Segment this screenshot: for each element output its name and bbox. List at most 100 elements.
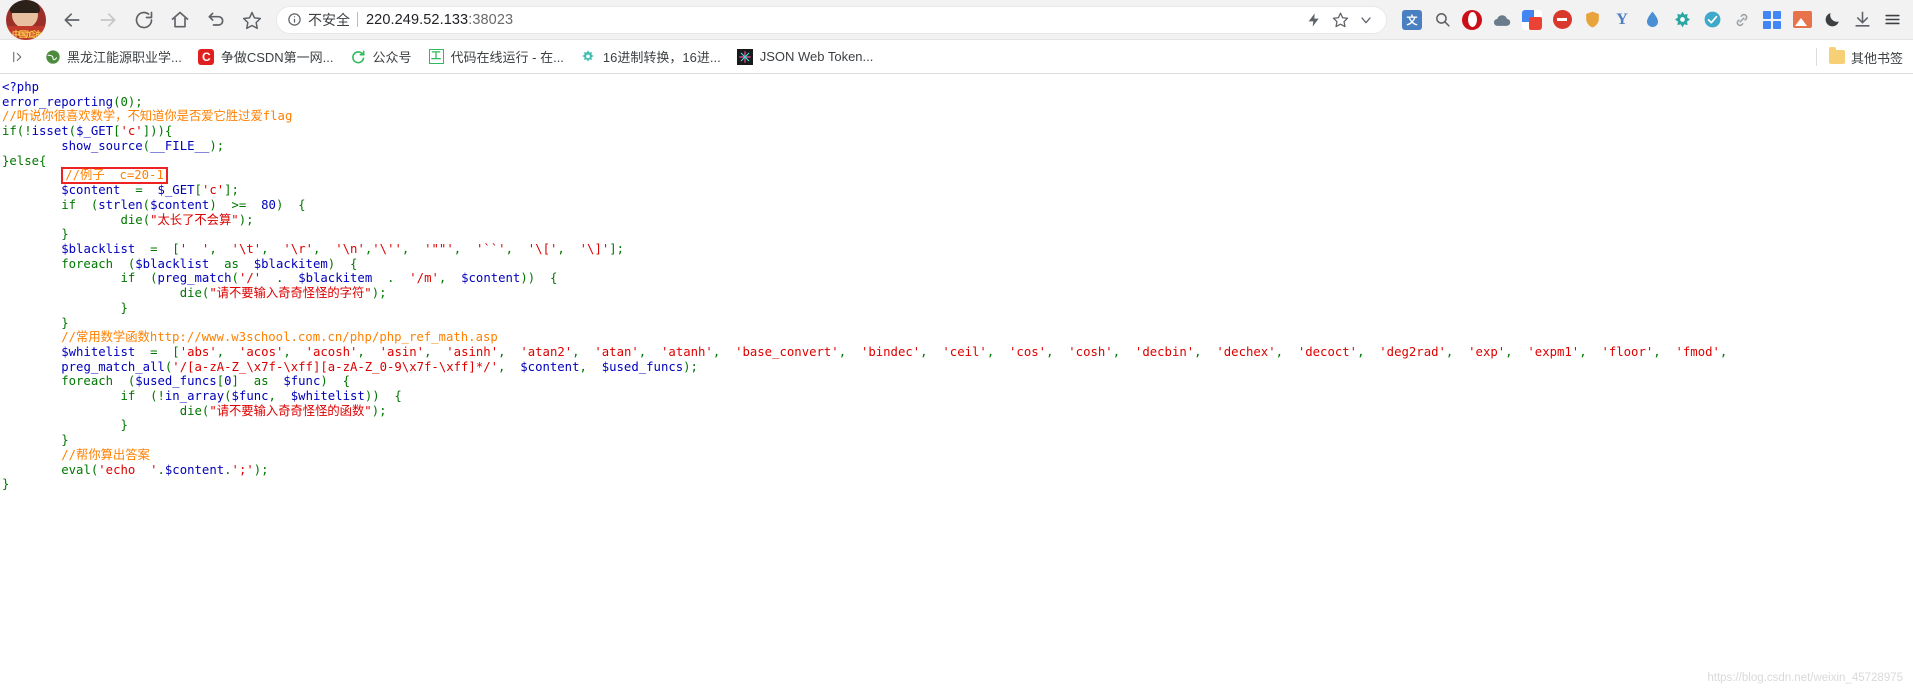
code-token: strlen — [98, 197, 143, 212]
code-token: ]; — [609, 242, 625, 257]
code-token: die — [120, 212, 143, 227]
code-token: "请不要输入奇奇怪怪的函数" — [209, 403, 372, 418]
code-token: 'floor' — [1601, 344, 1654, 359]
opera-icon[interactable] — [1459, 7, 1485, 33]
moon-icon[interactable] — [1819, 7, 1845, 33]
code-token: '/' — [238, 271, 262, 286]
code-token: . — [224, 462, 232, 477]
bookmark-star-icon[interactable] — [1330, 10, 1350, 30]
code-token: $content — [461, 271, 521, 286]
code-token: //常用数学函数http://www.w3school.com.cn/php/p… — [61, 330, 498, 345]
chevron-down-icon[interactable] — [1356, 10, 1376, 30]
code-token: ); — [209, 138, 225, 153]
bookmark-item[interactable]: 16进制转换，16进... — [576, 44, 729, 70]
apps-shortcut-icon[interactable] — [8, 50, 30, 64]
water-drop-icon[interactable] — [1639, 7, 1665, 33]
history-back-icon[interactable] — [201, 5, 231, 35]
forward-button[interactable] — [93, 5, 123, 35]
code-token: in_array — [164, 389, 225, 404]
code-token: 'bindec' — [860, 344, 921, 359]
menu-icon[interactable] — [1879, 7, 1905, 33]
code-line: } — [2, 301, 127, 315]
code-token: $blacklist — [135, 256, 210, 271]
code-token: ) { — [275, 197, 306, 212]
image-icon[interactable] — [1789, 7, 1815, 33]
code-token: 'exp' — [1468, 344, 1506, 359]
code-line: foreach ($blacklist as $blackitem) { — [2, 257, 357, 271]
puzzle-icon[interactable] — [1669, 7, 1695, 33]
browser-toolbar: 中国加油 不安全 220.249.52.133:38023 文 Y — [0, 0, 1913, 40]
code-token: (0) — [113, 94, 136, 109]
code-line: //常用数学函数http://www.w3school.com.cn/php/p… — [2, 330, 498, 344]
search-icon[interactable] — [1429, 7, 1455, 33]
code-token: )) { — [364, 389, 402, 404]
reload-button[interactable] — [129, 5, 159, 35]
code-token: , — [313, 242, 336, 257]
google-translate-icon[interactable] — [1519, 7, 1545, 33]
code-line: die("太长了不会算"); — [2, 212, 254, 227]
code-token: $blackitem — [253, 256, 328, 271]
code-token: "太长了不会算" — [150, 212, 239, 227]
code-token: $blackitem — [298, 271, 373, 286]
adblock-icon[interactable] — [1549, 7, 1575, 33]
code-token: } — [2, 315, 69, 330]
code-line: <?php — [2, 80, 39, 94]
url-text[interactable]: 220.249.52.133:38023 — [366, 12, 513, 28]
omnibox-divider — [357, 12, 358, 27]
code-line: //例子 c=20-1 — [2, 167, 168, 185]
code-token: , — [453, 242, 476, 257]
code-line: }else{ — [2, 154, 46, 168]
code-token: $blacklist — [61, 242, 136, 257]
code-token: , — [216, 344, 239, 359]
star-icon[interactable] — [237, 5, 267, 35]
profile-avatar[interactable]: 中国加油 — [6, 0, 46, 40]
grid-icon[interactable] — [1759, 7, 1785, 33]
avatar-caption: 中国加油 — [12, 29, 41, 39]
code-token: , — [1579, 344, 1602, 359]
site-info-icon[interactable] — [287, 12, 302, 27]
home-button[interactable] — [165, 5, 195, 35]
code-token: '\[' — [527, 242, 558, 257]
address-bar[interactable]: 不安全 220.249.52.133:38023 — [276, 5, 1387, 34]
code-token: , — [438, 271, 462, 286]
code-token: '\r' — [283, 242, 314, 257]
code-token: , — [498, 359, 521, 374]
bookmark-item[interactable]: C 争做CSDN第一网... — [194, 44, 342, 70]
link-icon[interactable] — [1729, 7, 1755, 33]
code-token: 'ceil' — [942, 344, 987, 359]
cloud-icon[interactable] — [1489, 7, 1515, 33]
php-source-listing: <?php error_reporting(0); //听说你很喜欢数学，不知道… — [0, 80, 1913, 492]
code-token: '``' — [475, 242, 506, 257]
code-line: if(!isset($_GET['c'])){ — [2, 124, 172, 138]
translate-icon[interactable]: 文 — [1399, 7, 1425, 33]
code-token: 'cosh' — [1068, 344, 1113, 359]
bookmark-item[interactable]: 公众号 — [346, 44, 420, 70]
other-bookmarks[interactable]: 其他书签 — [1815, 40, 1903, 74]
check-circle-icon[interactable] — [1699, 7, 1725, 33]
code-token: ; — [135, 94, 143, 109]
code-token: [ — [194, 183, 202, 198]
code-token: $used_funcs — [601, 359, 684, 374]
bookmark-item[interactable]: 黑龙江能源职业学... — [40, 44, 190, 70]
code-token: foreach ( — [2, 256, 136, 271]
back-button[interactable] — [57, 5, 87, 35]
code-line: die("请不要输入奇奇怪怪的函数"); — [2, 404, 387, 418]
code-line: } — [2, 418, 127, 432]
code-token: ';' — [231, 462, 254, 477]
code-token: , — [1046, 344, 1069, 359]
code-token: $_GET — [76, 124, 114, 139]
download-icon[interactable] — [1849, 7, 1875, 33]
yandex-icon[interactable]: Y — [1609, 7, 1635, 33]
code-token: '/m' — [409, 271, 439, 286]
code-token: isset — [31, 124, 69, 139]
bookmark-item[interactable]: 工 代码在线运行 - 在... — [424, 44, 572, 70]
shield-icon[interactable] — [1579, 7, 1605, 33]
bookmark-item[interactable]: JSON Web Token... — [733, 44, 882, 70]
code-line: //帮你算出答案 — [2, 448, 150, 462]
code-token: ); — [238, 212, 254, 227]
code-token: ( — [142, 212, 151, 227]
lightning-icon[interactable] — [1304, 10, 1324, 30]
code-token: ( — [142, 197, 151, 212]
